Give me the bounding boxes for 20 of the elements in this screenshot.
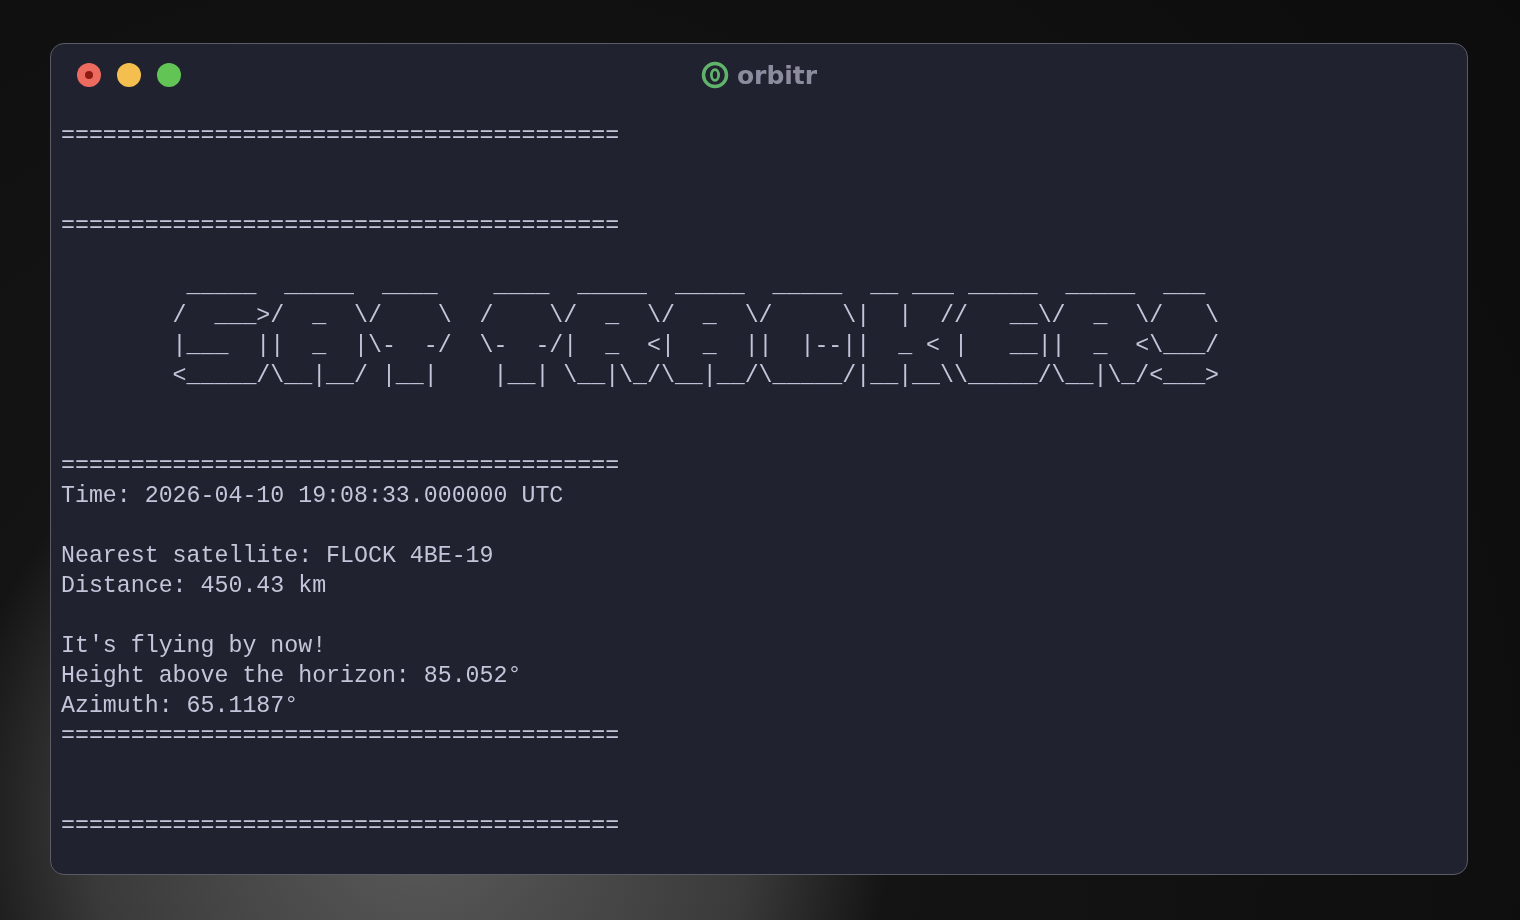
- output-line: Distance: 450.43 km: [61, 573, 327, 599]
- output-line: Nearest satellite: FLOCK 4BE-19: [61, 543, 494, 569]
- ring-icon: [700, 61, 729, 89]
- minimize-button[interactable]: [117, 63, 141, 87]
- ascii-art-line: / ___>/ _ \/ \ / \/ _ \/ _ \/ \| | // __\/ _ \/ \: [171, 303, 1220, 329]
- ascii-art-line: <_____/\__|__/ |__| |__| \__|\_/\__|__/\_____/|__|__\\_____/\__|\_/<___>: [171, 363, 1220, 389]
- maximize-button[interactable]: [157, 63, 181, 87]
- divider-text: ========================================: [61, 213, 620, 239]
- divider-text: ========================================: [61, 723, 620, 749]
- divider-text: ========================================: [61, 453, 620, 479]
- ascii-art-line: _____ _____ ____ ____ _____ _____ _____ __ ___ _____ _____ ___: [185, 273, 1206, 299]
- divider-text: ========================================: [61, 123, 620, 149]
- output-line: Height above the horizon: 85.052°: [61, 663, 522, 689]
- output-line: It's flying by now!: [61, 633, 327, 659]
- output-line: Azimuth: 65.1187°: [61, 693, 299, 719]
- ascii-art-line: |___ || _ |\- -/ \- -/| _ <| _ || |--|| _ < | __|| _ <\___/: [171, 333, 1220, 359]
- window-title: orbitr: [736, 60, 818, 90]
- close-button[interactable]: [77, 63, 101, 87]
- divider-text: ========================================: [61, 813, 620, 839]
- output-line: Time: 2026-04-10 19:08:33.000000 UTC: [61, 483, 564, 509]
